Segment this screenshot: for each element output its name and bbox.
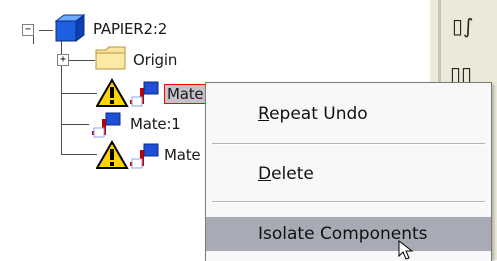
menu-label-rest: elete [271, 164, 314, 184]
tree-line [67, 60, 95, 61]
menu-item-label: Repeat Undo [258, 104, 368, 124]
collapse-button[interactable]: − [22, 24, 34, 36]
mnemonic-letter: D [258, 164, 272, 184]
tree-item-label: Origin [133, 51, 178, 69]
tree-root-label: PAPIER2:2 [93, 20, 168, 38]
tree-item-label: Mate [164, 146, 201, 164]
part-box-icon [54, 14, 86, 42]
tree-line [61, 124, 89, 125]
tree-root-node[interactable]: PAPIER2:2 [93, 20, 167, 38]
mnemonic-letter: R [258, 104, 270, 124]
tree-line [61, 93, 97, 94]
tree-item-label: Mate:1 [130, 115, 181, 133]
mouse-cursor-icon [398, 240, 414, 260]
mate-icon [92, 112, 121, 138]
panel-icon-1[interactable]: ▯∫ [452, 14, 473, 38]
menu-separator [212, 143, 485, 145]
menu-separator [212, 201, 485, 203]
tree-line [61, 154, 97, 155]
tree-item-origin[interactable]: Origin [133, 51, 177, 69]
menu-item-delete[interactable]: Delete [206, 157, 491, 191]
menu-label-rest: epeat Undo [269, 104, 368, 124]
menu-item-isolate-components[interactable]: Isolate Components [206, 217, 491, 251]
folder-icon [95, 46, 126, 70]
tree-item-mate[interactable]: Mate [164, 146, 201, 164]
tree-line [33, 36, 34, 44]
warning-mate-icon [96, 140, 159, 169]
menu-item-label: Delete [258, 164, 314, 184]
warning-mate-icon [96, 78, 159, 107]
expand-button[interactable]: + [57, 54, 69, 66]
tree-item-mate-1[interactable]: Mate:1 [130, 115, 181, 133]
tree-line [39, 30, 53, 31]
context-menu: Repeat Undo Delete Isolate Components [205, 82, 492, 261]
menu-item-repeat-undo[interactable]: Repeat Undo [206, 97, 491, 131]
